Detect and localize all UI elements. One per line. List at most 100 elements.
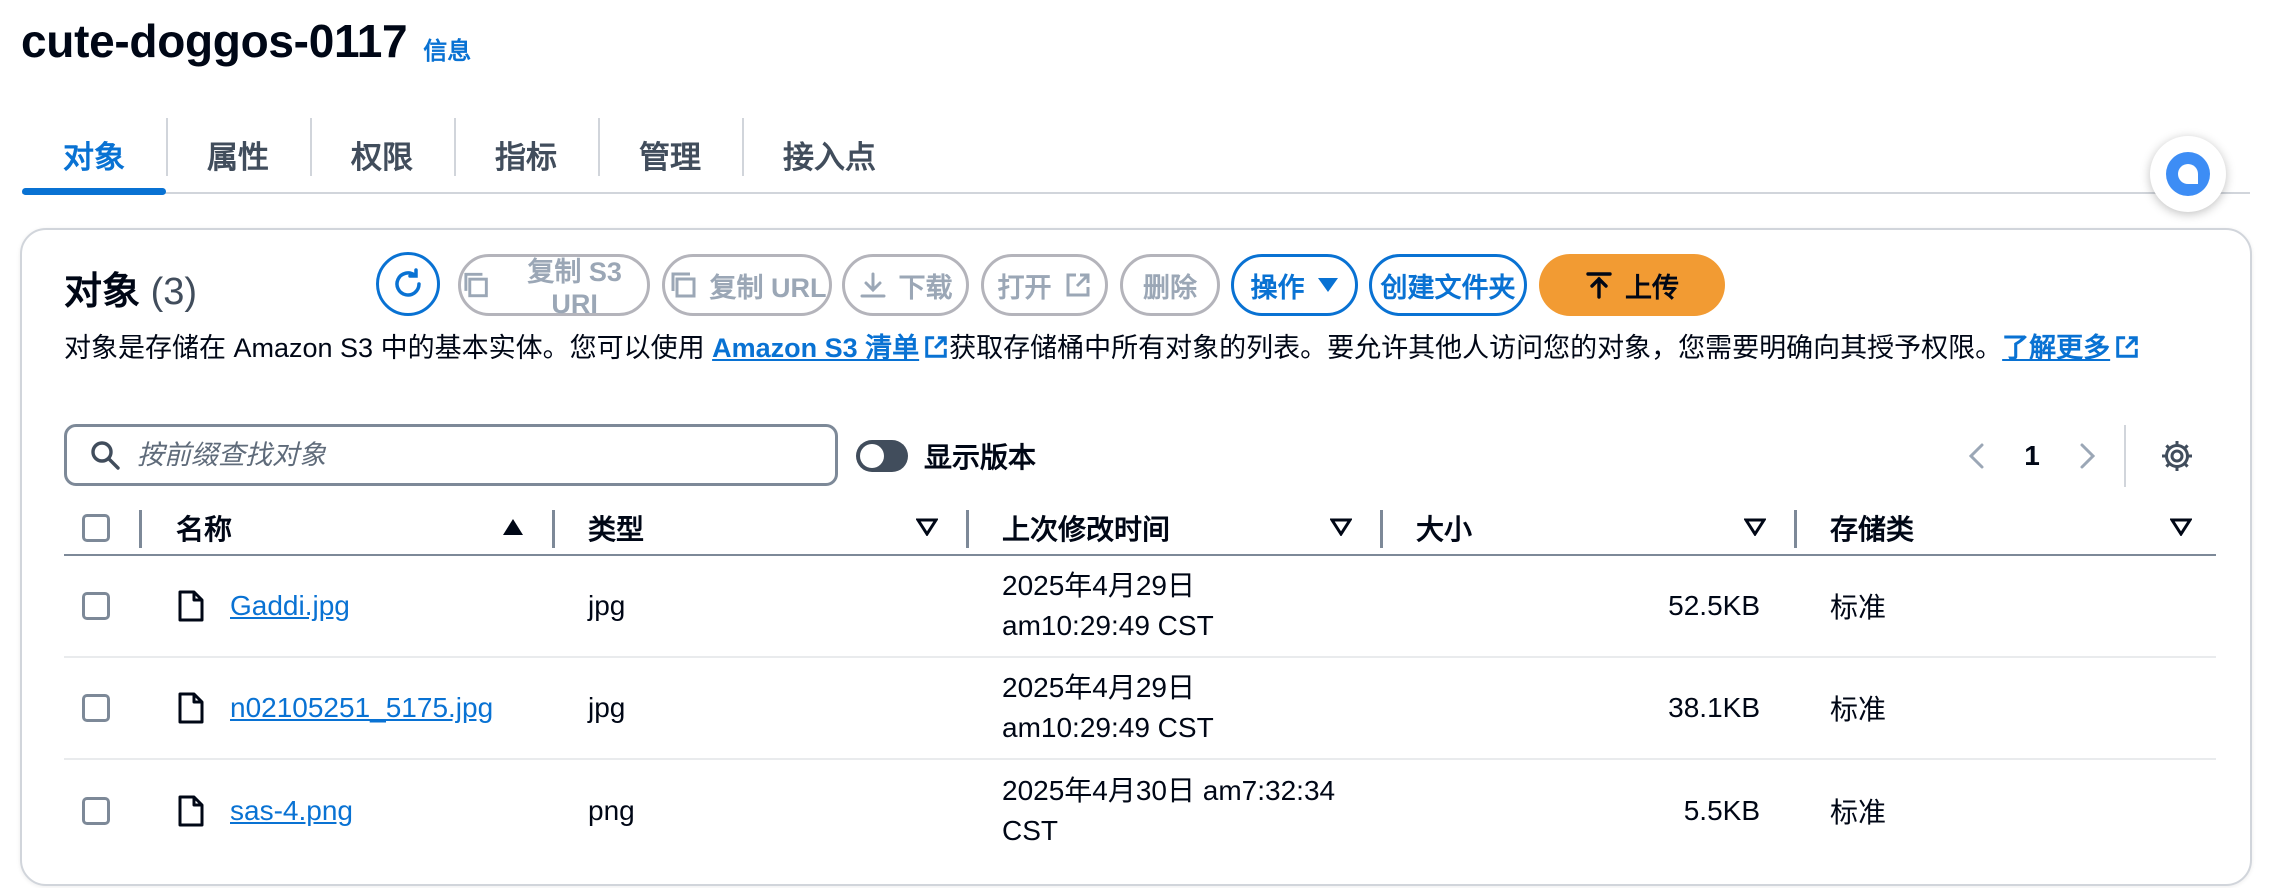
object-size: 5.5KB	[1683, 795, 1760, 826]
show-versions: 显示版本	[856, 436, 1036, 476]
page-title: cute-doggos-0117	[21, 15, 408, 67]
object-last-modified: 2025年4月30日 am7:32:34 CST	[1002, 760, 1362, 862]
table-row: Gaddi.jpg jpg 2025年4月29日 am10:29:49 CST 5…	[64, 556, 2216, 658]
info-link[interactable]: 信息	[423, 31, 471, 66]
column-divider[interactable]	[1794, 510, 1797, 548]
search-input[interactable]	[137, 439, 797, 471]
object-size: 52.5KB	[1668, 590, 1760, 621]
create-folder-label: 创建文件夹	[1380, 272, 1516, 303]
row-checkbox[interactable]	[82, 797, 110, 825]
download-icon	[860, 272, 885, 298]
column-header-name[interactable]: 名称	[176, 500, 232, 556]
object-storage-class: 标准	[1830, 592, 1887, 623]
upload-icon	[1586, 272, 1612, 299]
open-label: 打开	[997, 272, 1052, 303]
sort-icon[interactable]	[1330, 518, 1352, 536]
search-box	[64, 424, 838, 486]
copy-url-button[interactable]: 复制 URL	[662, 254, 832, 316]
actions-label: 操作	[1250, 272, 1305, 303]
objects-table: 名称 类型 上次修改时间 大小 存储类 Gaddi.jpg jpg 2025年4…	[64, 500, 2216, 862]
pager-divider	[2124, 425, 2126, 487]
column-divider[interactable]	[1380, 510, 1383, 548]
panel-title: 对象 (3)	[64, 260, 197, 315]
select-all	[82, 500, 110, 556]
object-type: jpg	[588, 692, 626, 723]
tab-objects[interactable]: 对象	[22, 116, 166, 195]
object-name-link[interactable]: sas-4.png	[230, 795, 353, 827]
chat-assistant-button[interactable]	[2150, 136, 2226, 212]
open-button[interactable]: 打开	[981, 254, 1108, 316]
tab-access-points[interactable]: 接入点	[742, 116, 917, 192]
tab-properties[interactable]: 属性	[166, 116, 310, 192]
objects-panel: 对象 (3) 复制 S3 URI 复制 URL 下载 打开 删除 操作 创建文件…	[20, 228, 2252, 886]
external-link-icon	[1066, 273, 1089, 297]
download-button[interactable]: 下载	[842, 254, 969, 316]
download-label: 下载	[898, 272, 953, 303]
current-page[interactable]: 1	[2022, 440, 2042, 472]
select-all-checkbox[interactable]	[82, 514, 110, 542]
file-icon-cell	[178, 556, 204, 656]
actions-dropdown[interactable]: 操作	[1231, 254, 1358, 316]
copy-s3-uri-label: 复制 S3 URI	[527, 257, 622, 319]
sort-icon[interactable]	[916, 518, 938, 536]
row-checkbox[interactable]	[82, 592, 110, 620]
file-icon	[178, 590, 204, 622]
create-folder-button[interactable]: 创建文件夹	[1369, 254, 1527, 316]
upload-button[interactable]: 上传	[1539, 254, 1725, 316]
gear-icon[interactable]	[2160, 439, 2194, 473]
show-versions-label: 显示版本	[924, 442, 1037, 473]
show-versions-toggle[interactable]	[856, 440, 908, 472]
learn-more-link[interactable]: 了解更多	[2002, 333, 2140, 363]
delete-button[interactable]: 删除	[1120, 254, 1220, 316]
panel-description: 对象是存储在 Amazon S3 中的基本实体。您可以使用 Amazon S3 …	[64, 328, 2204, 368]
external-link-icon	[2116, 336, 2138, 358]
object-name-cell: Gaddi.jpg	[230, 556, 350, 656]
column-header-storage-class[interactable]: 存储类	[1830, 500, 1914, 556]
delete-label: 删除	[1143, 272, 1197, 303]
object-count: (3)	[150, 271, 198, 313]
object-last-modified: 2025年4月29日 am10:29:49 CST	[1002, 556, 1362, 656]
tab-management[interactable]: 管理	[598, 116, 742, 192]
table-row: sas-4.png png 2025年4月30日 am7:32:34 CST 5.…	[64, 760, 2216, 862]
learn-more-label: 了解更多	[2002, 333, 2111, 363]
column-header-last-modified[interactable]: 上次修改时间	[1002, 500, 1170, 556]
refresh-button[interactable]	[376, 252, 440, 316]
tab-metrics[interactable]: 指标	[454, 116, 598, 192]
object-name-link[interactable]: n02105251_5175.jpg	[230, 692, 493, 724]
description-text-2: 获取存储桶中所有对象的列表。要允许其他人访问您的对象，您需要明确向其授予权限。	[949, 333, 2003, 363]
caret-down-icon	[1317, 278, 1338, 292]
modified-line: 2025年4月29日	[1002, 570, 1196, 601]
s3-inventory-link[interactable]: Amazon S3 清单	[712, 333, 949, 363]
panel-title-text: 对象	[64, 271, 141, 313]
search-icon	[91, 441, 120, 470]
row-checkbox[interactable]	[82, 694, 110, 722]
row-select	[82, 658, 110, 758]
sort-icon[interactable]	[2170, 518, 2192, 536]
column-divider[interactable]	[552, 510, 555, 548]
file-icon-cell	[178, 760, 204, 862]
column-header-type[interactable]: 类型	[588, 500, 644, 556]
object-size: 38.1KB	[1668, 692, 1760, 723]
s3-inventory-link-label: Amazon S3 清单	[712, 333, 920, 363]
column-header-size[interactable]: 大小	[1416, 500, 1472, 556]
object-storage-class: 标准	[1830, 797, 1887, 828]
chat-icon	[2166, 152, 2210, 196]
sort-ascending-icon[interactable]	[502, 518, 524, 536]
object-name-cell: n02105251_5175.jpg	[230, 658, 493, 758]
object-name-link[interactable]: Gaddi.jpg	[230, 590, 350, 622]
sort-icon[interactable]	[1744, 518, 1766, 536]
file-icon-cell	[178, 658, 204, 758]
modified-line: 2025年4月29日	[1002, 672, 1196, 703]
chevron-left-icon[interactable]	[1966, 441, 1988, 471]
pagination: 1	[1966, 425, 2194, 487]
description-text: 对象是存储在 Amazon S3 中的基本实体。您可以使用	[64, 333, 713, 363]
tab-permissions[interactable]: 权限	[310, 116, 454, 192]
column-divider[interactable]	[966, 510, 969, 548]
page-header: cute-doggos-0117 信息	[21, 6, 471, 76]
object-type: png	[588, 795, 635, 826]
modified-line: 2025年4月30日 am7:32:34	[1002, 775, 1336, 806]
chevron-right-icon[interactable]	[2076, 441, 2098, 471]
copy-icon	[671, 272, 695, 298]
copy-s3-uri-button[interactable]: 复制 S3 URI	[458, 254, 650, 319]
row-select	[82, 556, 110, 656]
